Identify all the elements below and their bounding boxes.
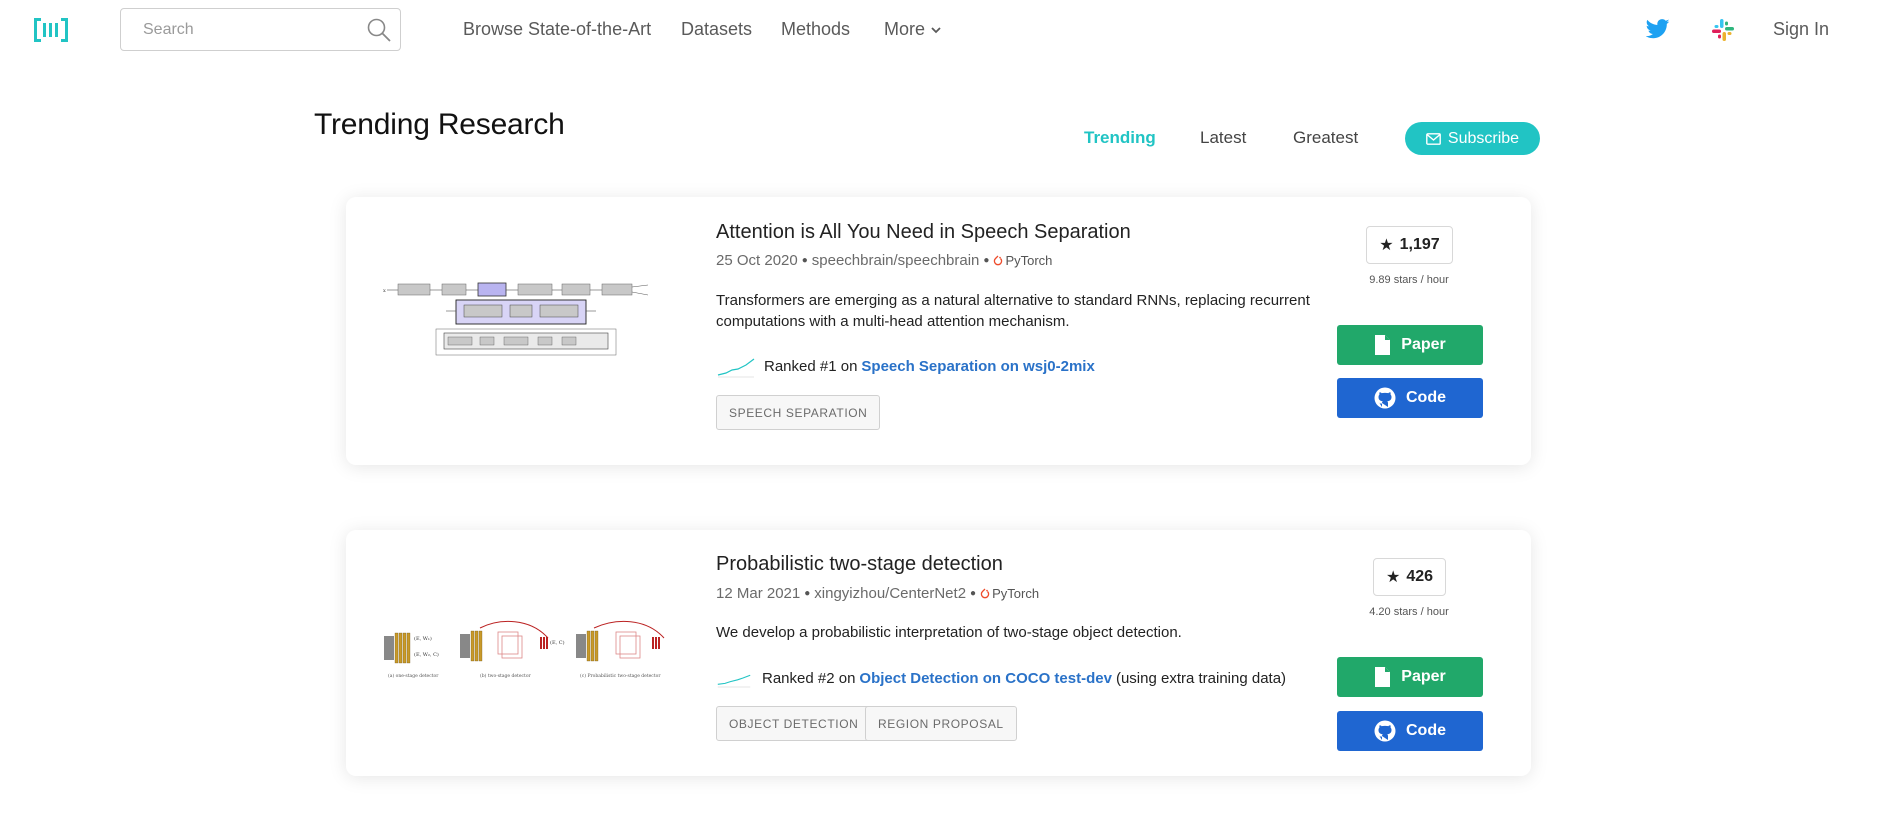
ranking-line: Ranked #1 on Speech Separation on wsj0-2… (716, 353, 1095, 379)
separator-dot: ● (801, 255, 808, 266)
framework-label: PyTorch (992, 586, 1040, 601)
rank-suffix: (using extra training data) (1115, 669, 1287, 687)
separator-dot: ● (970, 588, 977, 599)
nav-more[interactable]: More (884, 19, 941, 40)
star-count-value: 1,197 (1399, 236, 1440, 253)
framework-badge: PyTorch (980, 586, 1039, 601)
document-icon (1375, 335, 1391, 355)
paper-title[interactable]: Probabilistic two-stage detection (716, 553, 1003, 576)
paper-button[interactable]: Paper (1337, 325, 1483, 365)
logo-icon[interactable] (34, 16, 68, 44)
framework-label: PyTorch (1005, 253, 1053, 268)
svg-text:(E, W₂, C): (E, W₂, C) (414, 651, 439, 658)
separator-dot: ● (804, 588, 811, 599)
search-box (120, 8, 401, 51)
search-icon[interactable] (366, 17, 392, 43)
sota-trend-icon[interactable] (716, 665, 752, 691)
task-tag[interactable]: REGION PROPOSAL (865, 706, 1017, 741)
chevron-down-icon (931, 27, 941, 34)
star-count: ★ 1,197 (1366, 226, 1453, 264)
task-tag[interactable]: SPEECH SEPARATION (716, 395, 881, 430)
pytorch-icon (980, 588, 990, 598)
code-button[interactable]: Code (1337, 378, 1483, 418)
rank-prefix: Ranked #2 on (762, 669, 856, 687)
ranking-line: Ranked #2 on Object Detection on COCO te… (716, 665, 1286, 691)
paper-card: (E, W₁) (E, W₂, C) (a) one-stage detecto… (346, 530, 1531, 776)
stars-rate: 9.89 stars / hour (1369, 274, 1449, 286)
task-tag[interactable]: OBJECT DETECTION (716, 706, 872, 741)
svg-text:x: x (383, 288, 386, 294)
svg-text:(E, W₁): (E, W₁) (414, 635, 432, 642)
subscribe-button[interactable]: Subscribe (1405, 122, 1540, 155)
paper-meta: 12 Mar 2021 ● xingyizhou/CenterNet2 ● Py… (716, 585, 1039, 602)
paper-date: 12 Mar 2021 (716, 585, 801, 602)
sota-trend-icon[interactable] (716, 353, 756, 379)
page-title: Trending Research (314, 108, 565, 141)
repo-link[interactable]: xingyizhou/CenterNet2 (814, 585, 966, 602)
paper-button-label: Paper (1401, 668, 1446, 685)
paper-card: x Attention is All You Need in Speech Se… (346, 197, 1531, 465)
star-icon: ★ (1385, 569, 1401, 586)
rank-task-link[interactable]: Speech Separation on wsj0-2mix (861, 358, 1094, 375)
tab-greatest[interactable]: Greatest (1293, 128, 1358, 148)
code-button-label: Code (1406, 389, 1446, 406)
slack-icon[interactable] (1711, 18, 1735, 42)
svg-text:(a) one-stage detector: (a) one-stage detector (388, 672, 439, 679)
framework-badge: PyTorch (993, 253, 1052, 268)
paper-title[interactable]: Attention is All You Need in Speech Sepa… (716, 221, 1131, 244)
nav-more-label: More (884, 19, 926, 39)
star-count-value: 426 (1406, 568, 1434, 585)
paper-abstract: We develop a probabilistic interpretatio… (716, 624, 1182, 641)
search-input[interactable] (143, 20, 343, 40)
tab-latest[interactable]: Latest (1200, 128, 1246, 148)
twitter-icon[interactable] (1646, 18, 1670, 40)
svg-text:(b) two-stage detector: (b) two-stage detector (480, 672, 532, 679)
paper-thumbnail[interactable]: (E, W₁) (E, W₂, C) (a) one-stage detecto… (380, 620, 680, 710)
svg-text:(c) Probabilistic two-stage de: (c) Probabilistic two-stage detector (580, 672, 661, 679)
paper-thumbnail[interactable]: x (380, 277, 680, 362)
paper-date: 25 Oct 2020 (716, 252, 798, 269)
star-count: ★ 426 (1373, 558, 1446, 596)
pytorch-icon (994, 255, 1003, 265)
stars-rate: 4.20 stars / hour (1369, 606, 1449, 618)
repo-link[interactable]: speechbrain/speechbrain (812, 252, 980, 269)
github-icon (1374, 720, 1396, 742)
rank-prefix: Ranked #1 on (764, 357, 858, 375)
rank-task-link[interactable]: Object Detection on COCO test-dev (859, 670, 1112, 687)
envelope-icon (1426, 132, 1441, 145)
star-icon: ★ (1379, 237, 1394, 254)
nav-methods[interactable]: Methods (781, 19, 850, 40)
navbar: Browse State-of-the-Art Datasets Methods… (0, 0, 1891, 60)
nav-datasets[interactable]: Datasets (681, 19, 752, 40)
subscribe-label: Subscribe (1447, 129, 1520, 147)
document-icon (1375, 667, 1391, 687)
github-icon (1374, 387, 1396, 409)
paper-button-label: Paper (1401, 336, 1446, 353)
code-button-label: Code (1406, 722, 1446, 739)
code-button[interactable]: Code (1337, 711, 1483, 751)
tab-trending[interactable]: Trending (1084, 128, 1156, 148)
paper-meta: 25 Oct 2020 ● speechbrain/speechbrain ● … (716, 252, 1052, 269)
svg-text:(E, C): (E, C) (550, 639, 565, 646)
paper-button[interactable]: Paper (1337, 657, 1483, 697)
paper-abstract: Transformers are emerging as a natural a… (716, 292, 1310, 330)
nav-browse-sota[interactable]: Browse State-of-the-Art (463, 19, 651, 40)
separator-dot: ● (983, 255, 990, 266)
sign-in-link[interactable]: Sign In (1773, 19, 1829, 40)
